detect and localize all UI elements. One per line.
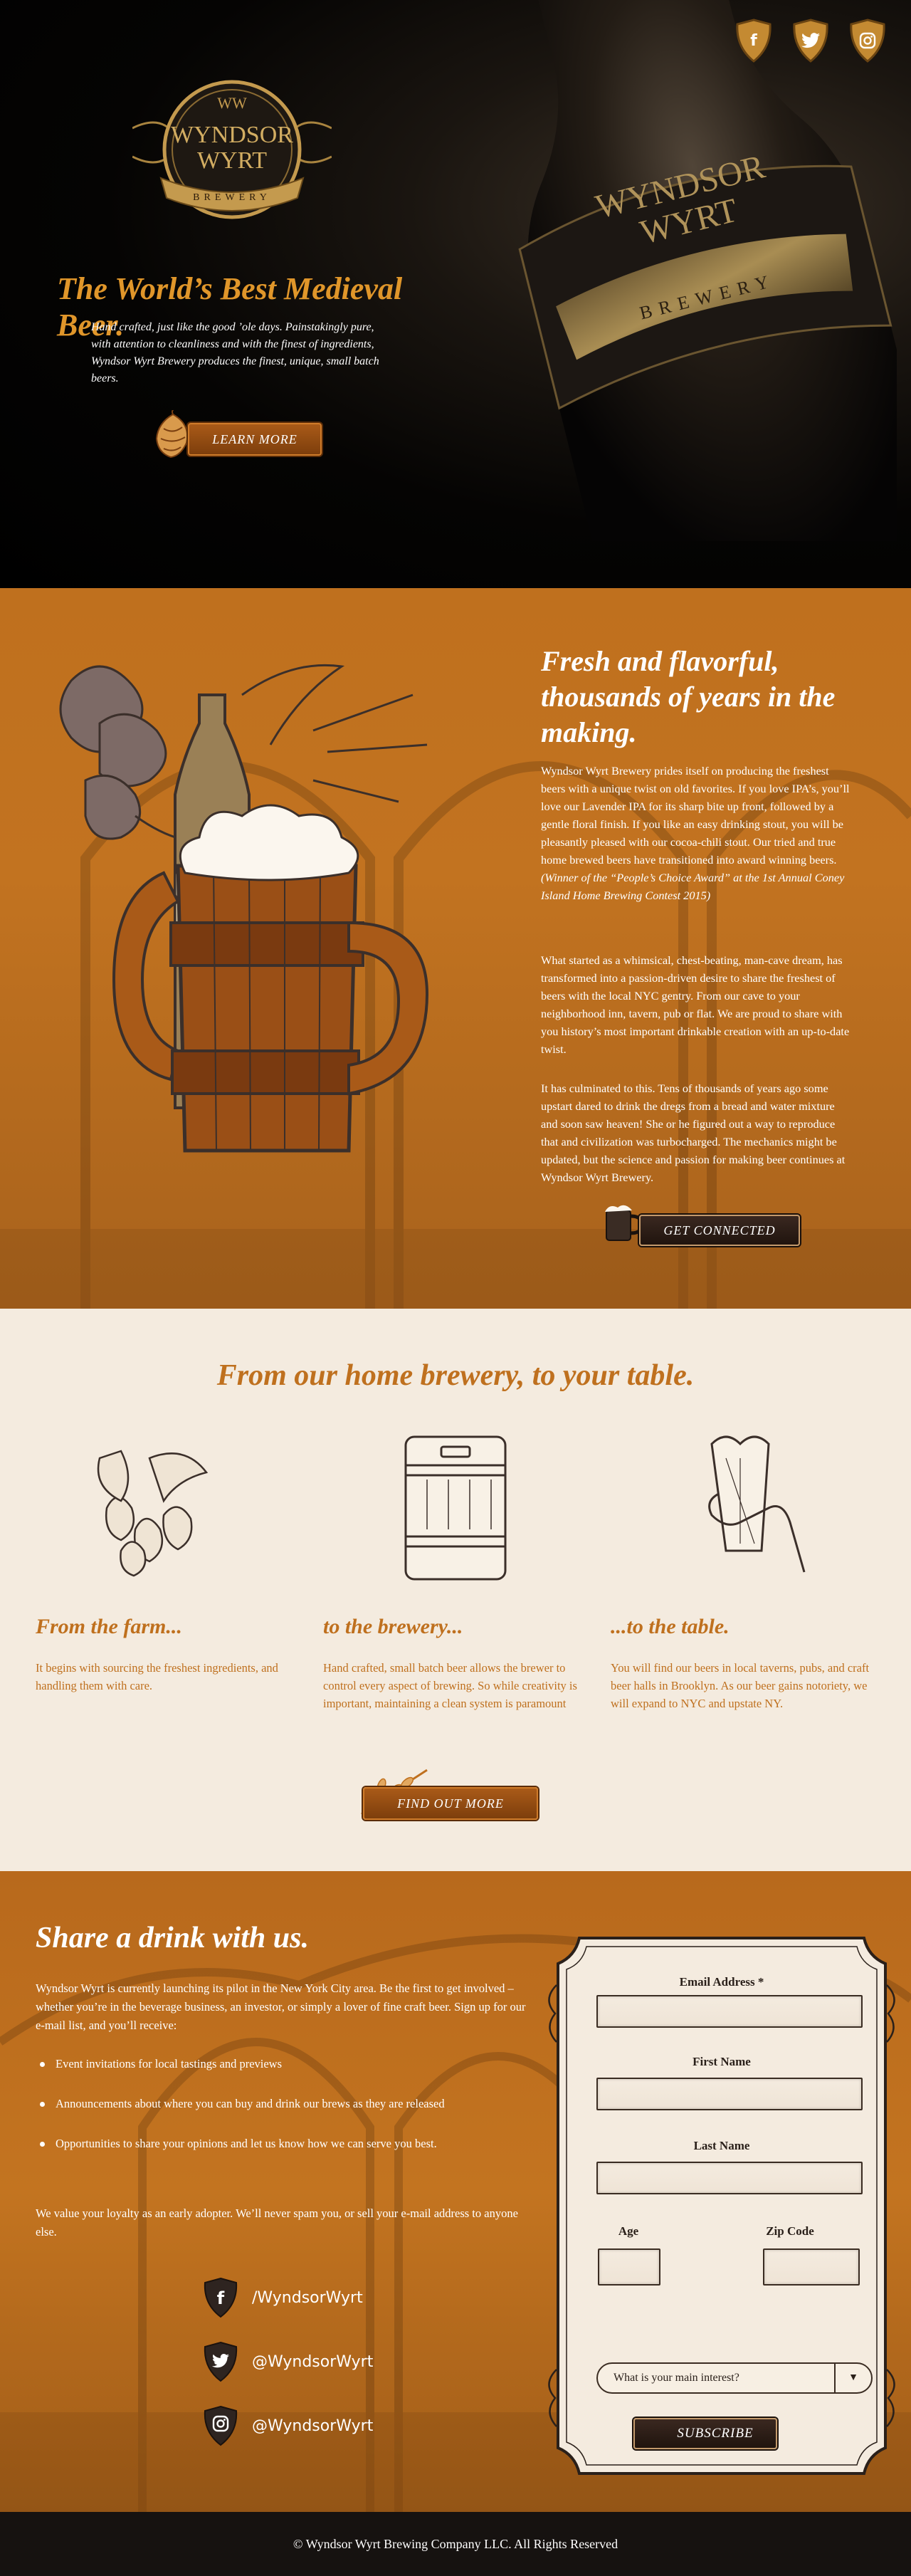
zip-field[interactable] <box>763 2248 860 2286</box>
facebook-link[interactable]: f <box>734 19 773 63</box>
story-title: Fresh and flavorful, thousands of years … <box>541 645 836 748</box>
instagram-link[interactable]: @WyndsorWyrt <box>202 2405 373 2446</box>
instagram-icon <box>204 2405 238 2446</box>
get-connected-button[interactable]: GET CONNECTED <box>639 1215 800 1246</box>
process-title: From our home brewery, to your table. <box>216 1359 695 1392</box>
story-paragraph-2: What started as a whimsical, chest-beati… <box>541 953 850 1056</box>
twitter-icon <box>801 33 820 48</box>
first-name-field[interactable] <box>596 2078 863 2110</box>
header-social-links: f <box>734 19 887 63</box>
last-name-label: Last Name <box>693 2139 750 2152</box>
signup-form-card: Email Address * First Name Last Name Age… <box>547 1935 897 2476</box>
table-column-title: ...to the table. <box>611 1615 730 1638</box>
story-paragraph-1: Wyndsor Wyrt Brewery prides itself on pr… <box>541 762 854 904</box>
signup-title: Share a drink with us. <box>36 1922 309 1954</box>
benefits-list: Event invitations for local tastings and… <box>36 2055 527 2174</box>
instagram-handle: @WyndsorWyrt <box>252 2417 374 2435</box>
footer: © Wyndsor Wyrt Brewing Company LLC. All … <box>0 2512 911 2576</box>
logo-text-1: WYNDSOR <box>171 122 293 148</box>
zip-label: Zip Code <box>766 2224 814 2238</box>
twitter-icon <box>204 2341 238 2382</box>
logo-text-2: WYRT <box>197 147 267 174</box>
keg-icon <box>404 1435 507 1581</box>
chevron-down-icon: ▼ <box>834 2364 871 2392</box>
copyright-text: © Wyndsor Wyrt Brewing Company LLC. All … <box>293 2536 618 2551</box>
award-note: (Winner of the “People’s Choice Award” a… <box>541 871 845 902</box>
email-field[interactable] <box>596 1995 863 2028</box>
instagram-link[interactable] <box>848 19 887 63</box>
find-out-more-button[interactable]: FIND OUT MORE <box>363 1787 538 1820</box>
farm-column-title: From the farm... <box>36 1615 182 1638</box>
first-name-label: First Name <box>693 2055 751 2068</box>
benefit-item: Announcements about where you can buy an… <box>36 2095 527 2113</box>
twitter-link[interactable] <box>791 19 830 63</box>
signup-intro: Wyndsor Wyrt is currently launching its … <box>36 1981 526 2032</box>
logo-monogram: WW <box>217 94 247 112</box>
hero-text: Hand crafted, just like the good ’ole da… <box>91 321 379 384</box>
logo-subtext: BREWERY <box>193 192 271 203</box>
signup-closing: We value your loyalty as an early adopte… <box>36 2206 518 2239</box>
facebook-icon: f <box>750 31 757 50</box>
beer-bottle-image: WYNDSOR WYRT BREWERY <box>518 0 897 541</box>
benefit-item: Event invitations for local tastings and… <box>36 2055 527 2073</box>
instagram-icon <box>859 32 876 49</box>
learn-more-button[interactable]: LEARN MORE <box>188 423 322 456</box>
story-paragraph-3: It has culminated to this. Tens of thous… <box>541 1082 846 1184</box>
interest-select[interactable]: What is your main interest? ▼ <box>596 2362 873 2394</box>
story-paragraph-1-text: Wyndsor Wyrt Brewery prides itself on pr… <box>541 764 850 866</box>
subscribe-form: Email Address * First Name Last Name Age… <box>568 1935 875 2476</box>
email-label: Email Address * <box>679 1975 764 1989</box>
facebook-handle: /WyndsorWyrt <box>252 2288 363 2307</box>
beer-mug-icon <box>605 1205 644 1241</box>
age-field[interactable] <box>598 2248 660 2286</box>
signup-section: Share a drink with us. Wyndsor Wyrt is c… <box>0 1871 911 2512</box>
benefit-item: Opportunities to share your opinions and… <box>36 2135 527 2153</box>
facebook-icon: f <box>204 2277 238 2318</box>
hops-icon <box>97 1450 209 1577</box>
last-name-field[interactable] <box>596 2162 863 2194</box>
beer-mug-illustration <box>59 664 429 1153</box>
beer-glass-icon <box>708 1435 806 1573</box>
brewery-column-title: to the brewery... <box>323 1615 463 1638</box>
interest-placeholder: What is your main interest? <box>614 2372 739 2384</box>
twitter-handle: @WyndsorWyrt <box>252 2352 374 2371</box>
twitter-link[interactable]: @WyndsorWyrt <box>202 2341 373 2382</box>
subscribe-button[interactable]: SUBSCRIBE <box>633 2418 777 2449</box>
table-column-text: You will find our beers in local taverns… <box>611 1661 870 1710</box>
svg-text:f: f <box>217 2288 225 2308</box>
brewery-logo: WW WYNDSOR WYRT BREWERY <box>132 80 332 219</box>
story-section: Fresh and flavorful, thousands of years … <box>0 588 911 1309</box>
facebook-link[interactable]: f /WyndsorWyrt <box>202 2277 363 2318</box>
hero-section: WYNDSOR WYRT BREWERY f WW WYNDSOR WYRT B… <box>0 0 911 588</box>
farm-column-text: It begins with sourcing the freshest ing… <box>36 1661 278 1692</box>
process-section: From our home brewery, to your table. Fr… <box>0 1309 911 1871</box>
age-label: Age <box>618 2224 639 2238</box>
brewery-column-text: Hand crafted, small batch beer allows th… <box>323 1661 577 1710</box>
